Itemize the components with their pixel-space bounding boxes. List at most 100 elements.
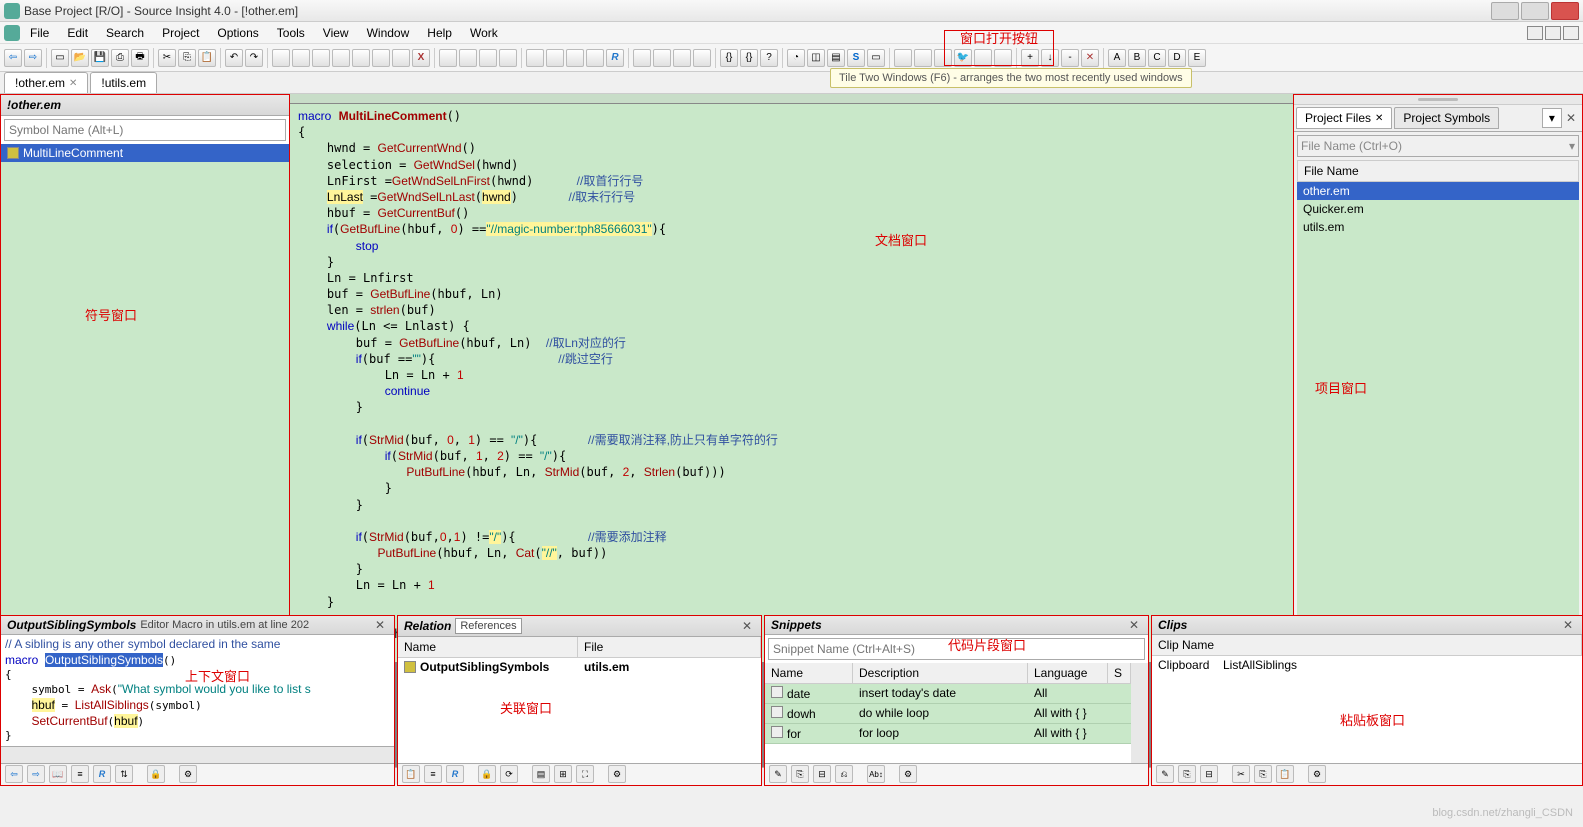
snip-btn-ab[interactable]: Ab↕ (867, 765, 885, 783)
file-tab-other[interactable]: !other.em✕ (4, 72, 88, 93)
tb-btn-a[interactable] (272, 49, 290, 67)
menu-options[interactable]: Options (209, 24, 266, 42)
menu-help[interactable]: Help (419, 24, 460, 42)
ctx-btn-r[interactable]: R (93, 765, 111, 783)
back-button[interactable]: ⇦ (4, 49, 22, 67)
context-close-button[interactable]: ✕ (372, 618, 388, 632)
snippets-vscroll[interactable] (1131, 663, 1148, 763)
tb-btn-i[interactable] (439, 49, 457, 67)
snip-col-name[interactable]: Name (765, 663, 853, 683)
tile-btn-4[interactable]: S (847, 49, 865, 67)
tb-btn-q[interactable]: R (606, 49, 624, 67)
mdi-restore-button[interactable] (1545, 26, 1561, 40)
snip-gear-button[interactable]: ⚙ (899, 765, 917, 783)
tb-btn-e[interactable] (352, 49, 370, 67)
context-hscroll[interactable] (1, 746, 394, 763)
snippet-search-input[interactable] (768, 638, 1145, 660)
relation-row[interactable]: OutputSiblingSymbols utils.em (398, 658, 761, 676)
project-file-item[interactable]: utils.em (1297, 218, 1579, 236)
tb-btn-b[interactable] (292, 49, 310, 67)
clips-close-button[interactable]: ✕ (1560, 618, 1576, 632)
tb-btn-h[interactable]: X (412, 49, 430, 67)
tb-btn-n[interactable] (546, 49, 564, 67)
tb-btn-f[interactable] (372, 49, 390, 67)
tb-btn-x6[interactable] (994, 49, 1012, 67)
rel-btn-r[interactable]: R (446, 765, 464, 783)
snip-col-lang[interactable]: Language (1028, 663, 1108, 683)
close-button[interactable] (1551, 2, 1579, 20)
tb-btn-y3[interactable]: - (1061, 49, 1079, 67)
rel-btn-2[interactable]: ≡ (424, 765, 442, 783)
close-icon[interactable]: ✕ (69, 78, 77, 89)
menu-edit[interactable]: Edit (59, 24, 96, 42)
redo-button[interactable]: ↷ (245, 49, 263, 67)
menu-search[interactable]: Search (98, 24, 152, 42)
ctx-gear-button[interactable]: ⚙ (179, 765, 197, 783)
ctx-back-button[interactable]: ⇦ (5, 765, 23, 783)
tb-btn-y1[interactable]: + (1021, 49, 1039, 67)
menu-file[interactable]: File (22, 24, 57, 42)
tb-btn-o[interactable] (566, 49, 584, 67)
tile-btn-1[interactable]: ◔ (787, 49, 805, 67)
project-file-item[interactable]: other.em (1297, 182, 1579, 200)
clip-row[interactable]: Clipboard ListAllSiblings (1152, 656, 1582, 674)
clip-btn-3[interactable]: ⊟ (1200, 765, 1218, 783)
menu-project[interactable]: Project (154, 24, 207, 42)
clip-btn-1[interactable]: ✎ (1156, 765, 1174, 783)
snip-btn-2[interactable]: ⎘ (791, 765, 809, 783)
snip-col-desc[interactable]: Description (853, 663, 1028, 683)
help-cursor-button[interactable]: ? (760, 49, 778, 67)
snip-btn-1[interactable]: ✎ (769, 765, 787, 783)
undo-button[interactable]: ↶ (225, 49, 243, 67)
tab-project-symbols[interactable]: Project Symbols (1394, 107, 1499, 129)
tb-btn-z3[interactable]: C (1148, 49, 1166, 67)
menu-tools[interactable]: Tools (269, 24, 313, 42)
clip-btn-2[interactable]: ⎘ (1178, 765, 1196, 783)
tb-btn-r[interactable] (633, 49, 651, 67)
ctx-btn-3[interactable]: ⇅ (115, 765, 133, 783)
ctx-btn-1[interactable]: 📖 (49, 765, 67, 783)
tb-btn-g[interactable] (392, 49, 410, 67)
clip-col-name[interactable]: Clip Name (1152, 635, 1582, 655)
tb-btn-y4[interactable]: ✕ (1081, 49, 1099, 67)
rel-view-2[interactable]: ⊞ (554, 765, 572, 783)
snippets-close-button[interactable]: ✕ (1126, 618, 1142, 632)
close-icon[interactable]: ✕ (1375, 113, 1383, 124)
tb-btn-z1[interactable]: A (1108, 49, 1126, 67)
rel-btn-3[interactable]: ⟳ (500, 765, 518, 783)
rel-lock-button[interactable]: 🔒 (478, 765, 496, 783)
ctx-lock-button[interactable]: 🔒 (147, 765, 165, 783)
minimize-button[interactable] (1491, 2, 1519, 20)
snip-col-s[interactable]: S (1108, 663, 1131, 683)
menu-view[interactable]: View (315, 24, 357, 42)
ctx-btn-2[interactable]: ≡ (71, 765, 89, 783)
mdi-minimize-button[interactable] (1527, 26, 1543, 40)
project-list-header[interactable]: File Name (1297, 160, 1579, 182)
relation-close-button[interactable]: ✕ (739, 619, 755, 633)
mdi-close-button[interactable] (1563, 26, 1579, 40)
clip-copy-button[interactable]: ⎘ (1254, 765, 1272, 783)
tb-btn-x2[interactable] (914, 49, 932, 67)
rel-view-1[interactable]: ▤ (532, 765, 550, 783)
tile-btn-2[interactable]: ◫ (807, 49, 825, 67)
snippet-row[interactable]: dowhdo while loopAll with { } (765, 704, 1131, 724)
tb-btn-s[interactable] (653, 49, 671, 67)
menu-work[interactable]: Work (462, 24, 506, 42)
cut-button[interactable]: ✂ (158, 49, 176, 67)
tb-btn-k[interactable] (479, 49, 497, 67)
relation-subtitle[interactable]: References (455, 618, 521, 634)
tb-btn-p[interactable] (586, 49, 604, 67)
context-code[interactable]: // A sibling is any other symbol declare… (1, 635, 394, 746)
tb-btn-w[interactable]: {} (740, 49, 758, 67)
tab-project-files[interactable]: Project Files✕ (1296, 107, 1392, 129)
relation-col-file[interactable]: File (578, 637, 761, 657)
symbol-item[interactable]: MultiLineComment (1, 144, 289, 162)
project-tab-dropdown[interactable]: ▾ (1542, 108, 1562, 128)
rel-view-3[interactable]: ⛶ (576, 765, 594, 783)
menu-window[interactable]: Window (359, 24, 418, 42)
open-file-button[interactable]: 📂 (71, 49, 89, 67)
tb-btn-l[interactable] (499, 49, 517, 67)
snip-btn-3[interactable]: ⊟ (813, 765, 831, 783)
rel-gear-button[interactable]: ⚙ (608, 765, 626, 783)
tb-btn-u[interactable] (693, 49, 711, 67)
